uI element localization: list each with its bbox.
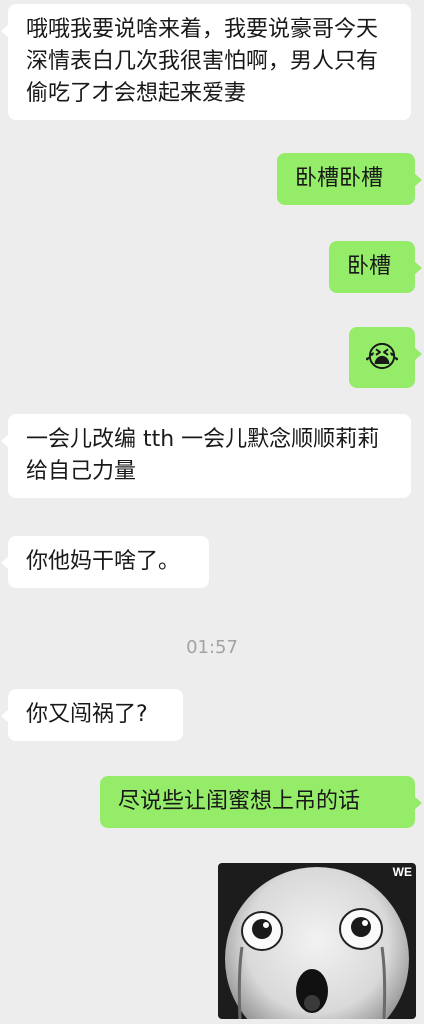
crying-face-icon: [218, 863, 416, 1019]
incoming-message-bubble[interactable]: 一会儿改编 tth 一会儿默念顺顺莉莉给自己力量: [1, 414, 411, 498]
incoming-message-bubble[interactable]: 你他妈干啥了。: [1, 536, 209, 588]
crying-face-sticker[interactable]: WE: [218, 863, 416, 1019]
outgoing-message-bubble[interactable]: 尽说些让闺蜜想上吊的话: [100, 776, 422, 828]
outgoing-message-bubble[interactable]: 卧槽卧槽: [277, 153, 422, 205]
sticker-watermark: WE: [392, 865, 412, 879]
message-timestamp: 01:57: [186, 637, 238, 658]
chat-window: 哦哦我要说啥来着，我要说豪哥今天深情表白几次我很害怕啊，男人只有偷吃了才会想起来…: [0, 0, 424, 1024]
incoming-message-bubble[interactable]: 哦哦我要说啥来着，我要说豪哥今天深情表白几次我很害怕啊，男人只有偷吃了才会想起来…: [1, 4, 411, 120]
incoming-message-bubble[interactable]: 你又闯祸了?: [1, 689, 183, 741]
outgoing-emoji-bubble[interactable]: 😭: [349, 327, 422, 388]
crying-emoji-icon: 😭: [364, 339, 400, 375]
outgoing-message-bubble[interactable]: 卧槽: [329, 241, 422, 293]
